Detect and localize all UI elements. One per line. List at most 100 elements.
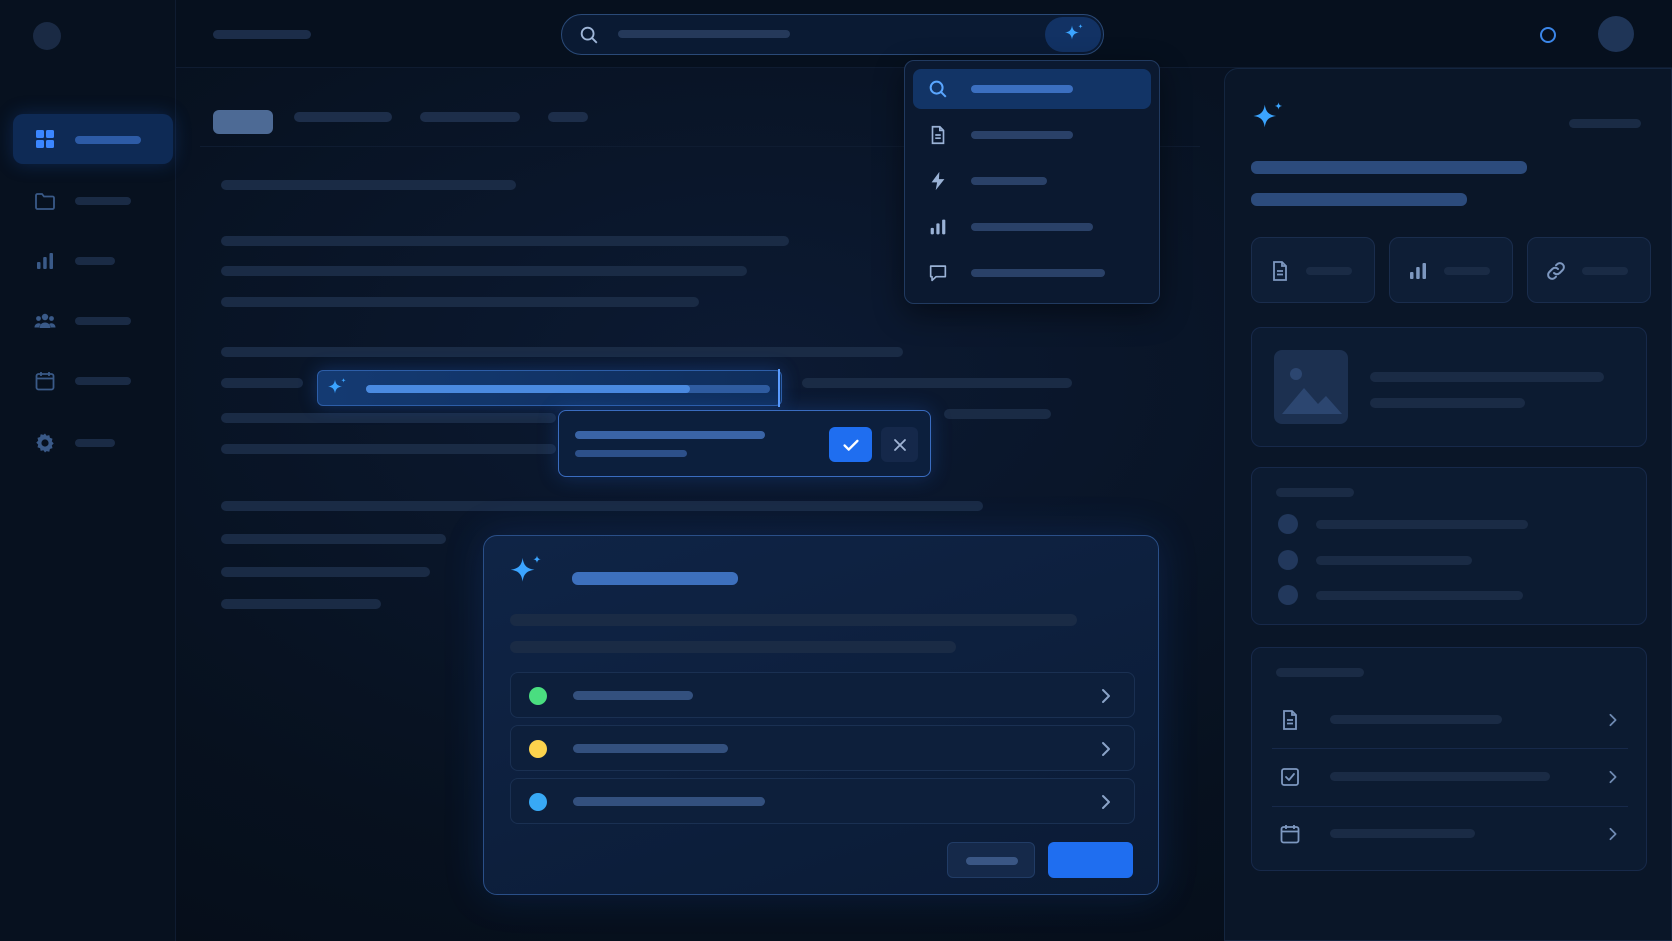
lightning-icon (927, 170, 949, 192)
doc-line (221, 266, 747, 276)
sidebar-item-label (75, 136, 141, 144)
list-bullet (1278, 514, 1298, 534)
gear-icon (33, 431, 57, 455)
card-heading (1276, 668, 1364, 677)
page-title (213, 30, 311, 39)
users-icon (33, 309, 57, 333)
folder-icon (33, 189, 57, 213)
search-icon (927, 78, 949, 100)
dropdown-item-action[interactable] (913, 161, 1151, 201)
chip-label (1306, 267, 1352, 275)
media-card[interactable] (1251, 327, 1647, 447)
list-bullet (1278, 585, 1298, 605)
chevron-right-icon[interactable] (1606, 826, 1620, 842)
dropdown-item-label (971, 85, 1073, 93)
chevron-right-icon (1098, 740, 1114, 758)
ai-choice-item[interactable] (510, 672, 1135, 718)
image-thumbnail (1274, 350, 1348, 424)
sidebar-item-settings[interactable] (13, 418, 173, 468)
list-bullet (1278, 550, 1298, 570)
ai-choice-item[interactable] (510, 778, 1135, 824)
popover-subtitle (575, 450, 687, 457)
action-row-label[interactable] (1330, 829, 1475, 838)
ai-confirm-popover (558, 410, 931, 477)
search-bar[interactable] (561, 14, 1104, 55)
sidebar-item-label (75, 317, 131, 325)
sidebar-item-label (75, 377, 131, 385)
doc-line (221, 501, 983, 511)
chip-label (1582, 267, 1628, 275)
ai-search-button[interactable] (1045, 17, 1101, 52)
status-indicator[interactable] (1540, 27, 1556, 43)
ai-choice-item[interactable] (510, 725, 1135, 771)
doc-line (221, 567, 430, 577)
reject-button[interactable] (881, 427, 918, 462)
accept-button[interactable] (829, 427, 872, 462)
document-icon (927, 124, 949, 146)
chevron-right-icon (1098, 687, 1114, 705)
choice-label (573, 744, 728, 753)
chip-document[interactable] (1251, 237, 1375, 303)
suggestion-highlight (366, 385, 690, 393)
sidebar-item-calendar[interactable] (13, 356, 173, 406)
chip-link[interactable] (1527, 237, 1651, 303)
media-title (1370, 372, 1604, 382)
tab[interactable] (420, 112, 520, 122)
dropdown-item-chat[interactable] (913, 253, 1151, 293)
media-subtitle (1370, 398, 1525, 408)
right-panel (1224, 68, 1672, 941)
grid-icon (33, 127, 57, 151)
ai-card-title (572, 572, 738, 585)
chip-chart[interactable] (1389, 237, 1513, 303)
dropdown-item-report[interactable] (913, 207, 1151, 247)
ai-assistant-card (483, 535, 1159, 895)
cancel-button[interactable] (947, 842, 1035, 878)
panel-meta (1569, 119, 1641, 128)
search-icon (578, 24, 600, 46)
dropdown-item-label (971, 131, 1073, 139)
sidebar-item-files[interactable] (13, 176, 173, 226)
popover-title (575, 431, 765, 439)
choice-label (573, 691, 693, 700)
tab[interactable] (294, 112, 392, 122)
avatar[interactable] (1598, 16, 1634, 52)
panel-title (1251, 161, 1527, 174)
chevron-right-icon[interactable] (1606, 769, 1620, 785)
chip-label (1444, 267, 1490, 275)
bar-chart-icon (1406, 259, 1430, 283)
doc-line (221, 444, 556, 454)
search-suggestions-dropdown (904, 60, 1160, 304)
dropdown-item-search[interactable] (913, 69, 1151, 109)
doc-line (944, 409, 1051, 419)
tab[interactable] (548, 112, 588, 122)
summary-card (1251, 467, 1647, 625)
doc-line (221, 534, 446, 544)
app-logo[interactable] (33, 22, 61, 50)
sparkle-icon (324, 376, 350, 402)
calendar-icon (1278, 822, 1302, 846)
row-divider (1272, 806, 1628, 807)
chevron-right-icon[interactable] (1606, 712, 1620, 728)
calendar-icon (33, 369, 57, 393)
action-row-label[interactable] (1330, 715, 1502, 724)
choice-label (573, 797, 765, 806)
search-input[interactable] (618, 30, 790, 38)
doc-line (221, 297, 699, 307)
sidebar-item-analytics[interactable] (13, 236, 173, 286)
apply-button[interactable] (1048, 842, 1133, 878)
checkbox-icon (1278, 765, 1302, 789)
sidebar-item-team[interactable] (13, 296, 173, 346)
tab-active[interactable] (213, 110, 273, 134)
action-row-label[interactable] (1330, 772, 1550, 781)
sidebar-item-label (75, 439, 115, 447)
check-icon (840, 434, 862, 456)
status-dot (529, 793, 547, 811)
sidebar (0, 0, 176, 941)
text-cursor (778, 369, 780, 407)
dropdown-item-document[interactable] (913, 115, 1151, 155)
sidebar-item-dashboard[interactable] (13, 114, 173, 164)
sidebar-item-label (75, 197, 131, 205)
ai-inline-suggestion[interactable] (317, 369, 782, 407)
doc-line (802, 378, 1072, 388)
bar-chart-icon (927, 216, 949, 238)
